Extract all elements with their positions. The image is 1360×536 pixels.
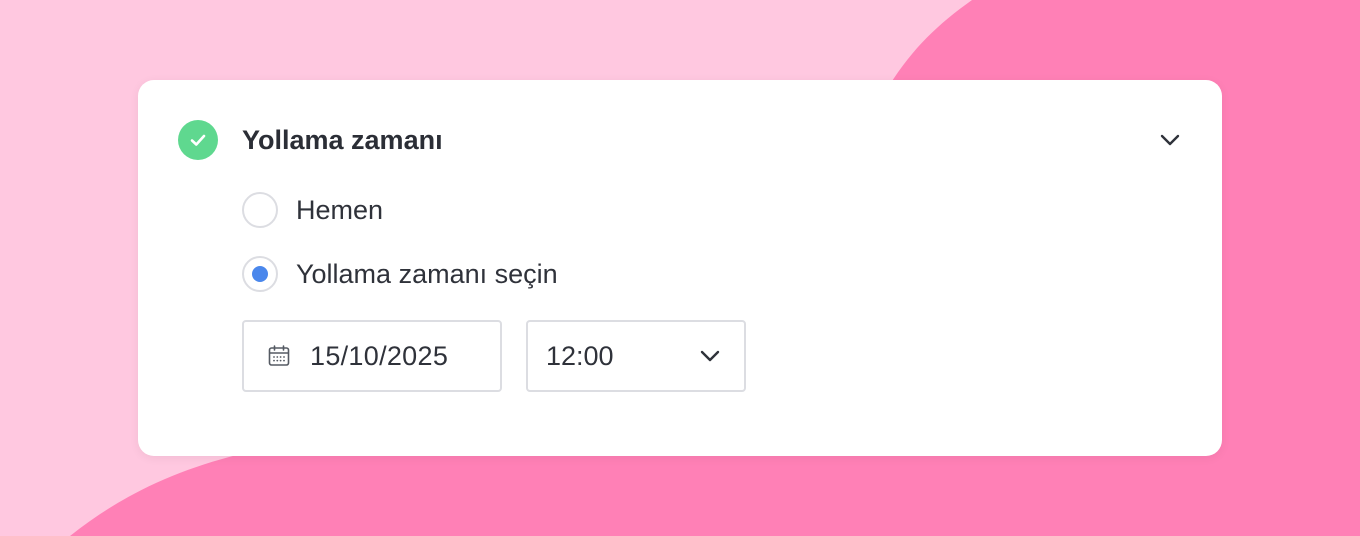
radio-option-schedule[interactable]: Yollama zamanı seçin xyxy=(242,256,558,292)
radio-button-schedule[interactable] xyxy=(242,256,278,292)
radio-label-schedule: Yollama zamanı seçin xyxy=(296,259,558,289)
collapse-button[interactable] xyxy=(1154,124,1186,156)
check-circle-icon xyxy=(178,120,218,160)
page-background: Yollama zamanı Hemen Yollama zamanı seçi… xyxy=(0,0,1360,536)
time-value: 12:00 xyxy=(546,340,614,371)
radio-option-now[interactable]: Hemen xyxy=(242,192,383,228)
radio-selected-dot xyxy=(252,266,268,282)
section-title: Yollama zamanı xyxy=(242,125,443,155)
send-time-card: Yollama zamanı Hemen Yollama zamanı seçi… xyxy=(138,80,1222,456)
date-input[interactable]: 15/10/2025 xyxy=(242,320,502,392)
radio-label-now: Hemen xyxy=(296,195,384,225)
chevron-down-icon xyxy=(696,342,724,370)
chevron-down-icon xyxy=(1160,134,1180,146)
date-value: 15/10/2025 xyxy=(310,340,449,371)
time-select[interactable]: 12:00 xyxy=(526,320,746,392)
calendar-icon xyxy=(266,343,292,369)
radio-button-now[interactable] xyxy=(242,192,278,228)
